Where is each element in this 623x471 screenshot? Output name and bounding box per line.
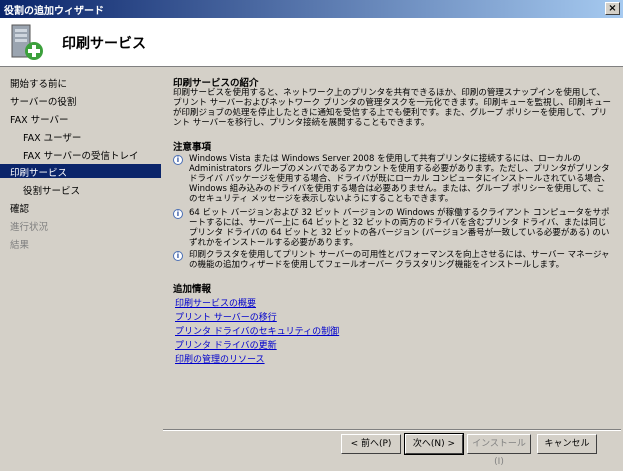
title-bar: 役割の追加ウィザード ×	[0, 0, 623, 18]
sidebar-item-role-services[interactable]: 役割サービス	[23, 183, 80, 197]
close-button[interactable]: ×	[605, 2, 620, 15]
cancel-button[interactable]: キャンセル	[537, 434, 597, 454]
sidebar-item-server-roles[interactable]: サーバーの役割	[10, 94, 76, 108]
back-button[interactable]: < 前へ(P)	[341, 434, 401, 454]
notes-heading: 注意事項	[173, 142, 212, 153]
install-button: インストール(I)	[467, 434, 531, 467]
link-driver-updates[interactable]: プリンタ ドライバの更新	[175, 338, 277, 351]
intro-heading: 印刷サービスの紹介	[173, 78, 259, 89]
note-text: 64 ビット バージョンおよび 32 ビット バージョンの Windows が稼…	[189, 208, 610, 248]
info-icon: i	[173, 209, 183, 219]
note-text: Windows Vista または Windows Server 2008 を使…	[189, 154, 610, 204]
link-print-management-resources[interactable]: 印刷の管理のリソース	[175, 352, 265, 365]
sidebar-item-fax-server[interactable]: FAX サーバー	[10, 112, 69, 126]
intro-text: 印刷サービスを使用すると、ネットワーク上のプリンタを共有できるほか、印刷の管理ス…	[173, 88, 611, 128]
sidebar-item-confirmation[interactable]: 確認	[10, 201, 29, 215]
divider	[163, 430, 621, 431]
wizard-sidebar: 開始する前に サーバーの役割 FAX サーバー FAX ユーザー FAX サーバ…	[0, 67, 162, 462]
wizard-header: 印刷サービス	[0, 18, 623, 67]
sidebar-item-results: 結果	[10, 240, 30, 251]
info-icon: i	[173, 251, 183, 261]
sidebar-item-fax-users[interactable]: FAX ユーザー	[23, 130, 81, 144]
link-print-services-overview[interactable]: 印刷サービスの概要	[175, 296, 256, 309]
sidebar-item-print-services[interactable]: 印刷サービス	[0, 164, 161, 179]
server-add-icon	[11, 24, 43, 60]
sidebar-item-progress: 進行状況	[10, 222, 49, 233]
window-title: 役割の追加ウィザード	[4, 6, 104, 17]
sidebar-item-before-you-begin[interactable]: 開始する前に	[10, 76, 67, 90]
link-print-server-migration[interactable]: プリント サーバーの移行	[175, 310, 277, 323]
page-title: 印刷サービス	[62, 36, 146, 52]
sidebar-item-label: 印刷サービス	[10, 168, 68, 179]
sidebar-item-fax-inbox[interactable]: FAX サーバーの受信トレイ	[23, 148, 139, 162]
wizard-content: 印刷サービスの紹介 印刷サービスを使用すると、ネットワーク上のプリンタを共有でき…	[163, 67, 621, 429]
info-heading: 追加情報	[173, 284, 212, 295]
next-button[interactable]: 次へ(N) >	[404, 433, 464, 455]
note-text: 印刷クラスタを使用してプリント サーバーの可用性とパフォーマンスを向上させるには…	[189, 250, 610, 270]
link-driver-security[interactable]: プリンタ ドライバのセキュリティの制御	[175, 324, 339, 337]
info-icon: i	[173, 155, 183, 165]
